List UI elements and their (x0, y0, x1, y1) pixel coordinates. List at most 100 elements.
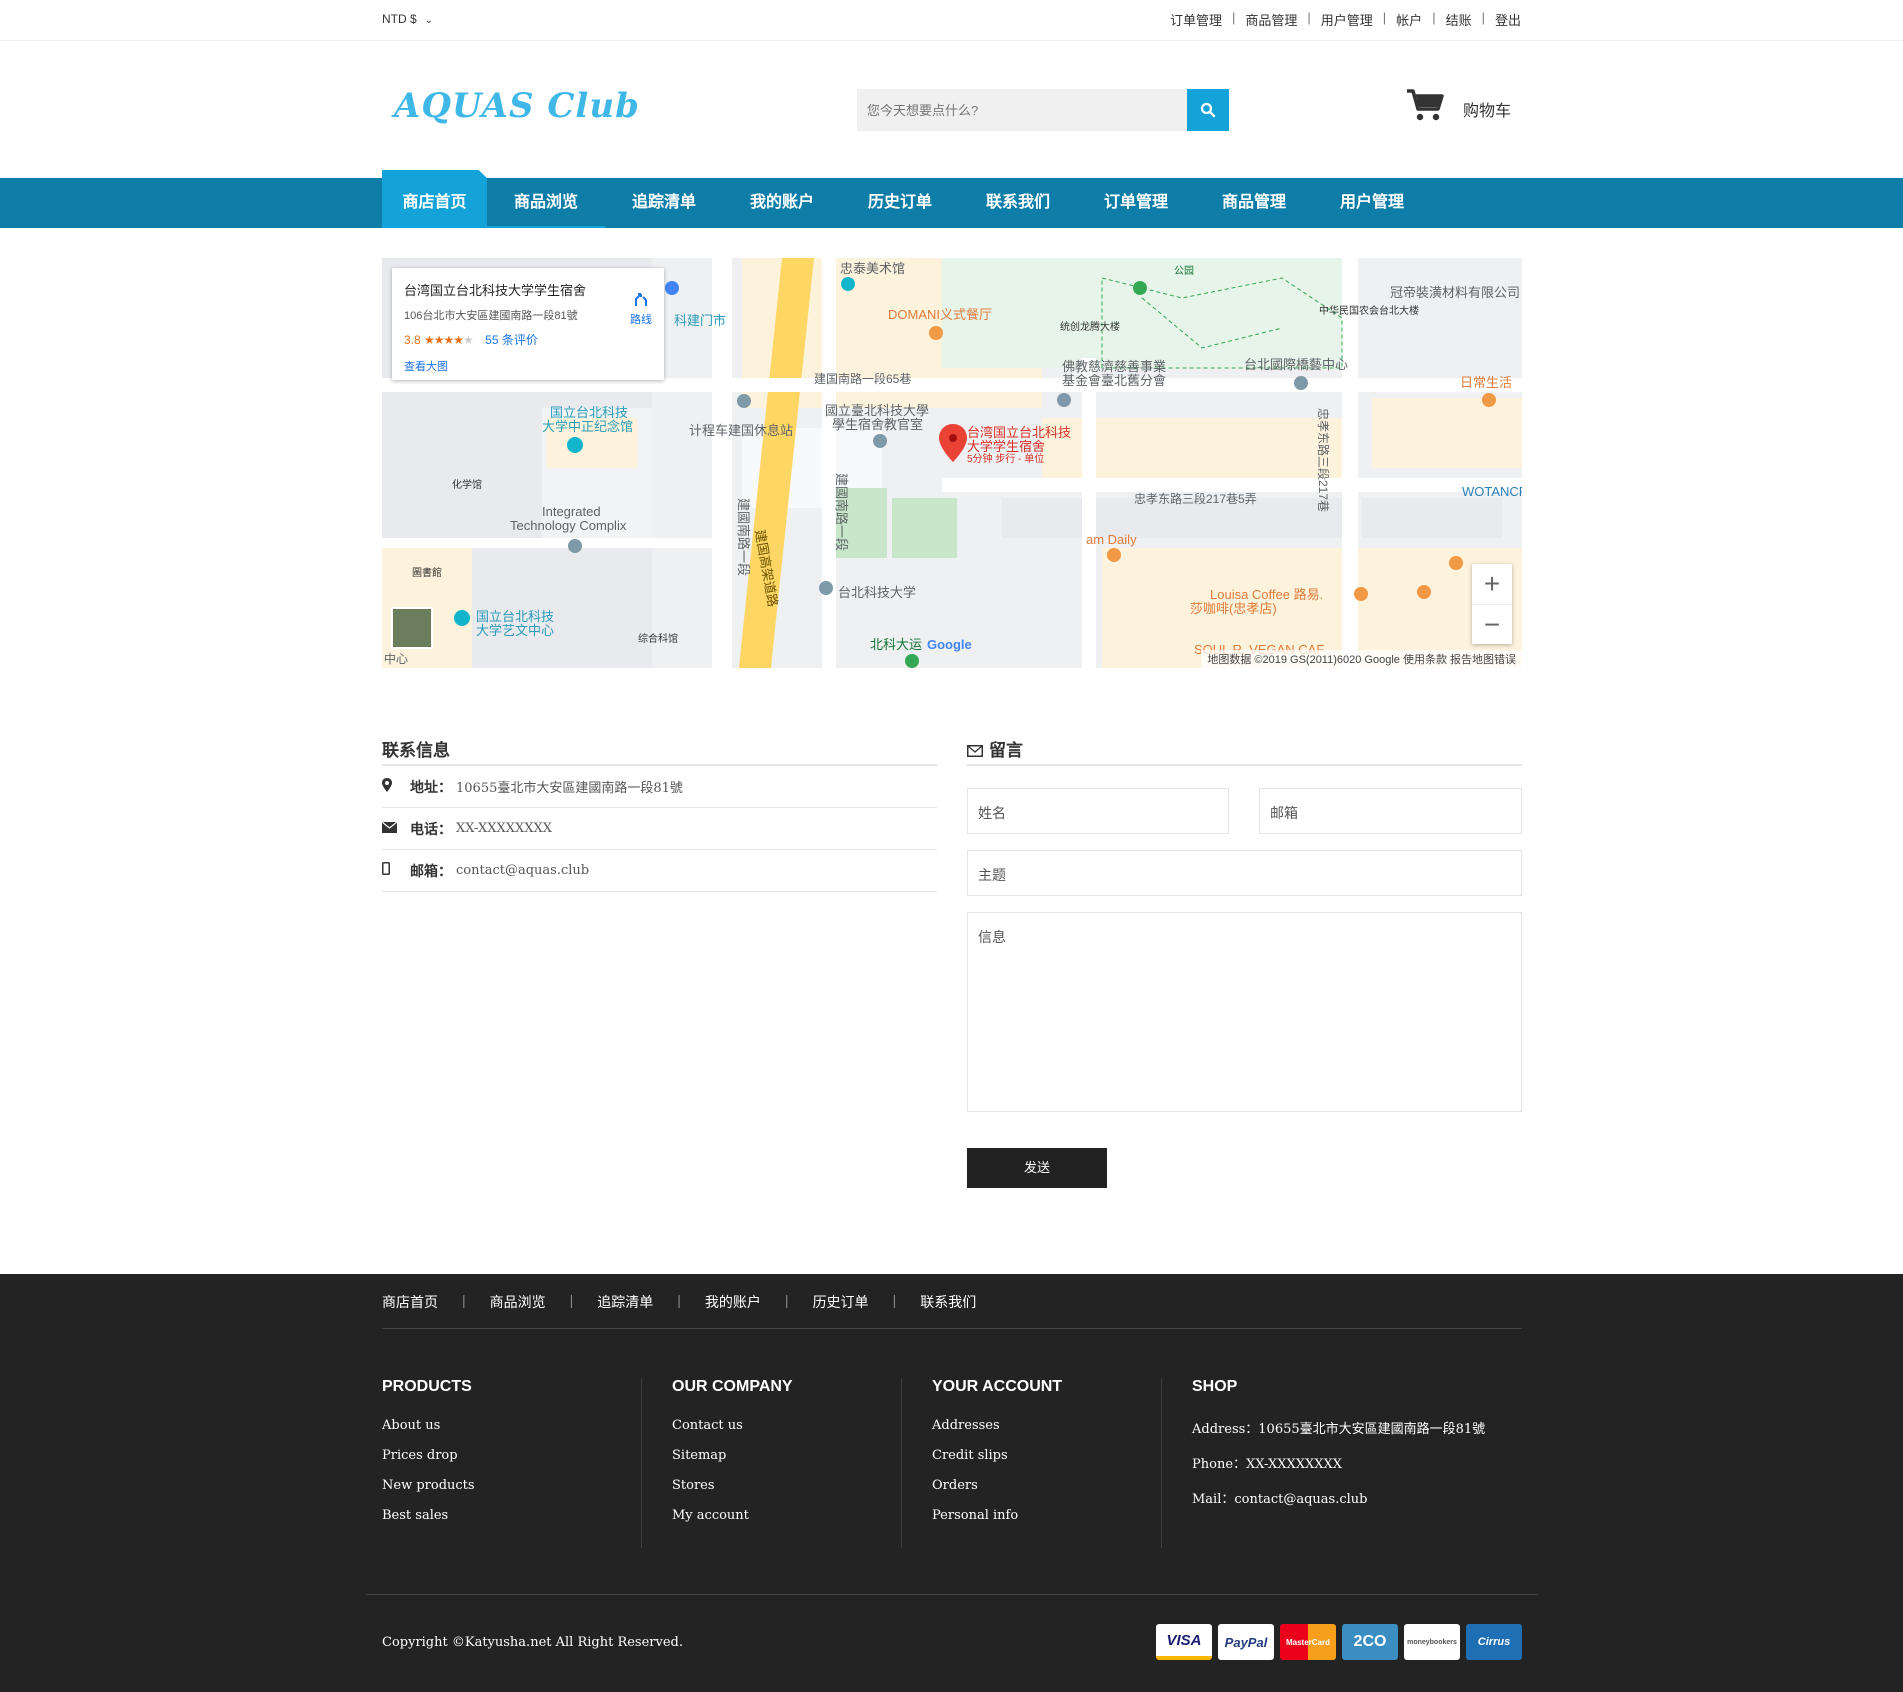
main-nav: 商店首页 商品浏览 追踪清单 我的账户 历史订单 联系我们 订单管理 商品管理 … (0, 178, 1903, 228)
map-label: 台北科技大学 (838, 585, 917, 600)
reviews-link[interactable]: 55 条评价 (485, 333, 538, 347)
map-label: 台北國際橋藝中心 (1244, 357, 1349, 372)
map-label: 基金會臺北舊分會 (1062, 373, 1167, 388)
map-label: Integrated (542, 504, 601, 519)
mobile-icon (382, 862, 410, 879)
map-label: 學生宿舍教官室 (832, 417, 924, 432)
send-button[interactable]: 发送 (967, 1148, 1107, 1188)
cart-label: 购物车 (1463, 103, 1512, 120)
footer-link-contact[interactable]: 联系我们 (920, 1292, 976, 1328)
place-address: 106台北市大安區建國南路一段81號 (404, 310, 578, 322)
nav-item-product-admin[interactable]: 商品管理 (1195, 178, 1313, 228)
name-input[interactable]: 姓名 (967, 788, 1229, 834)
rating-score: 3.8 (404, 333, 421, 347)
contact-info: 联系信息 地址： 10655臺北市大安區建國南路一段81號 电话： XX-XXX… (381, 736, 937, 892)
map-label: 大学艺文中心 (476, 623, 555, 638)
footer-col-title: PRODUCTS (382, 1378, 472, 1395)
shop-phone: Phone：XX-XXXXXXXX (1192, 1457, 1343, 1472)
toplink-product-admin[interactable]: 商品管理 (1245, 10, 1297, 29)
footer-item[interactable]: About us (382, 1418, 641, 1448)
footer-link-home[interactable]: 商店首页 (382, 1292, 438, 1328)
map-attribution[interactable]: 地图数据 ©2019 GS(2011)6020 Google 使用条款 报告地图… (1201, 650, 1522, 668)
subject-input[interactable]: 主题 (967, 850, 1522, 896)
payment-methods: VISA PayPal MasterCard 2CO moneybookers … (1150, 1624, 1522, 1660)
footer-divider (366, 1594, 1538, 1595)
map-label: Technology Complix (510, 518, 627, 533)
toplink-user-admin[interactable]: 用户管理 (1321, 10, 1373, 29)
footer-item[interactable]: Prices drop (382, 1448, 641, 1478)
map-label: 忠孝东路三段217巷 (1316, 408, 1330, 513)
nav-item-order-history[interactable]: 历史订单 (841, 178, 959, 228)
map-label: 科建门市 (674, 313, 727, 328)
footer-item[interactable]: Addresses (932, 1418, 1161, 1448)
footer-item[interactable]: Personal info (932, 1508, 1161, 1538)
footer-item[interactable]: New products (382, 1478, 641, 1508)
nav-item-my-account[interactable]: 我的账户 (723, 178, 841, 228)
nav-item-contact[interactable]: 联系我们 (959, 178, 1077, 228)
view-larger-map-link[interactable]: 查看大图 (404, 358, 652, 374)
map-label: 冠帝裝潢材料有限公司 (1390, 285, 1521, 300)
map-label: 北科大运 (870, 637, 923, 652)
nav-item-browse[interactable]: 商品浏览 (487, 178, 605, 228)
map-label: 公园 (1174, 266, 1194, 277)
toplink-account[interactable]: 帐户 (1396, 10, 1422, 29)
footer-item[interactable]: Stores (672, 1478, 901, 1508)
map-label: 综合科馆 (638, 634, 678, 645)
directions-button[interactable]: 路线 (630, 290, 652, 327)
footer-link-order-history[interactable]: 历史订单 (813, 1292, 869, 1328)
search-bar (857, 89, 1229, 131)
currency-label: NTD $ (382, 12, 417, 26)
message-form: 留言 姓名 邮箱 主题 信息 发送 (967, 736, 1522, 1188)
map-zoom-control: + − (1472, 564, 1512, 644)
map-label: 中心 (384, 652, 409, 666)
footer-col-title: SHOP (1192, 1378, 1238, 1395)
footer-item[interactable]: Orders (932, 1478, 1161, 1508)
top-links: 订单管理 | 商品管理 | 用户管理 | 帐户 | 结账 | 登出 (1169, 10, 1521, 29)
footer-item[interactable]: Credit slips (932, 1448, 1161, 1478)
currency-selector[interactable]: NTD $ ⌄ (382, 12, 433, 26)
nav-item-watchlist[interactable]: 追踪清单 (605, 178, 723, 228)
map-label: 大学中正纪念馆 (542, 419, 634, 434)
nav-item-order-admin[interactable]: 订单管理 (1077, 178, 1195, 228)
search-button[interactable] (1187, 89, 1229, 131)
map-label: 建国南路一段65巷 (814, 372, 912, 386)
footer-col-products: PRODUCTS About us Prices drop New produc… (382, 1378, 642, 1548)
zoom-in-button[interactable]: + (1472, 564, 1512, 604)
footer-link-browse[interactable]: 商品浏览 (490, 1292, 546, 1328)
chevron-down-icon: ⌄ (424, 15, 434, 26)
envelope-icon (381, 821, 410, 837)
footer-item[interactable]: Contact us (672, 1418, 901, 1448)
message-textarea[interactable]: 信息 (967, 912, 1522, 1112)
nav-item-home[interactable]: 商店首页 (382, 178, 487, 228)
google-map[interactable]: 国立台北科技 大学中正纪念馆 计程车建国休息站 國立臺北科技大學 學生宿舍教官室… (382, 258, 1522, 668)
footer-item[interactable]: My account (672, 1508, 901, 1538)
footer-link-watchlist[interactable]: 追踪清单 (597, 1292, 653, 1328)
footer: 商店首页 | 商品浏览 | 追踪清单 | 我的账户 | 历史订单 | 联系我们 PRODU… (0, 1274, 1903, 1692)
star-empty-icon: ★ (463, 333, 474, 347)
2co-card-icon: 2CO (1342, 1624, 1398, 1660)
email-input[interactable]: 邮箱 (1259, 788, 1522, 834)
top-bar: NTD $ ⌄ 订单管理 | 商品管理 | 用户管理 | 帐户 | 结账 | 登出 (0, 0, 1903, 41)
map-label: 忠泰美术馆 (840, 261, 906, 276)
map-label: 莎咖啡(忠孝店) (1190, 601, 1277, 616)
toplink-checkout[interactable]: 结账 (1446, 10, 1472, 29)
cart-button[interactable]: 购物车 (1405, 88, 1511, 122)
site-logo[interactable]: AQUAS Club (394, 86, 640, 126)
shop-mail: Mail：contact@aquas.club (1192, 1492, 1368, 1507)
map-label: 日常生活 (1460, 375, 1513, 390)
footer-link-my-account[interactable]: 我的账户 (705, 1292, 761, 1328)
copyright: Copyright ©Katyusha.net All Right Reserv… (382, 1635, 683, 1650)
map-label: 建國南路一段 (834, 473, 849, 552)
map-info-card: 台湾国立台北科技大学学生宿舍 106台北市大安區建國南路一段81號 3.8 ★★… (392, 268, 664, 380)
toplink-order-admin[interactable]: 订单管理 (1170, 10, 1222, 29)
footer-item[interactable]: Sitemap (672, 1448, 901, 1478)
toplink-logout[interactable]: 登出 (1495, 10, 1521, 29)
zoom-out-button[interactable]: − (1472, 604, 1512, 644)
contact-row-address: 地址： 10655臺北市大安區建國南路一段81號 (382, 766, 937, 808)
directions-label: 路线 (630, 314, 652, 326)
search-input[interactable] (857, 89, 1187, 131)
map-label: 建國南路一段 (736, 498, 751, 577)
nav-item-user-admin[interactable]: 用户管理 (1313, 178, 1431, 228)
footer-item[interactable]: Best sales (382, 1508, 641, 1538)
envelope-outline-icon (967, 745, 983, 757)
